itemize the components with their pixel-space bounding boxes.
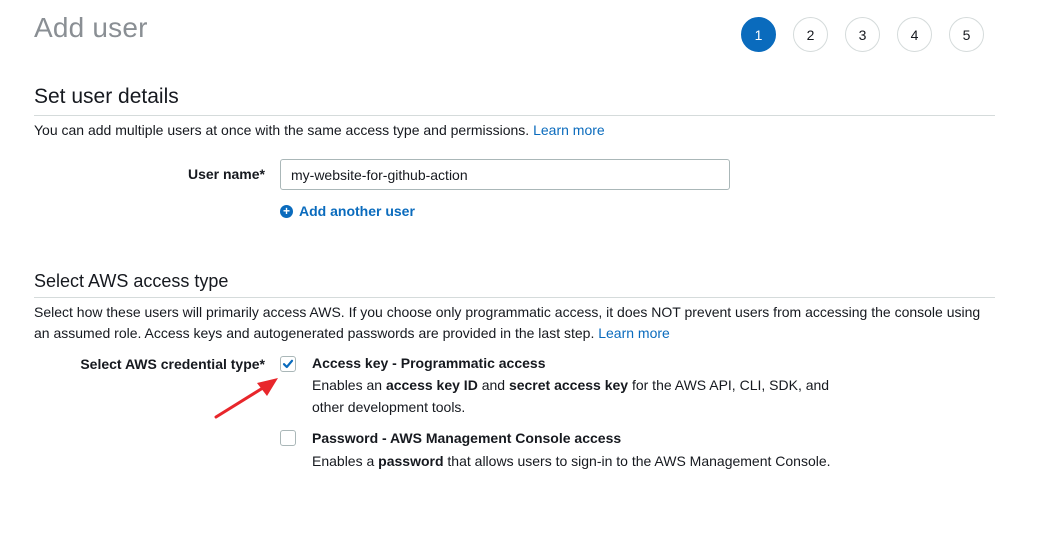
page-title: Add user bbox=[34, 12, 148, 43]
access-key-desc-line2: other development tools. bbox=[312, 398, 466, 415]
access-type-description: Select how these users will primarily ac… bbox=[34, 302, 1004, 344]
step-5[interactable]: 5 bbox=[949, 17, 984, 52]
learn-more-link[interactable]: Learn more bbox=[598, 325, 670, 341]
divider bbox=[34, 115, 995, 116]
desc-bold: secret access key bbox=[508, 377, 629, 393]
user-details-description: You can add multiple users at once with … bbox=[34, 120, 605, 141]
access-key-option-title: Access key - Programmatic access bbox=[312, 355, 546, 371]
password-option-description: Enables a password that allows users to … bbox=[312, 451, 831, 473]
desc-text: and bbox=[477, 377, 509, 393]
section-title-user-details: Set user details bbox=[34, 85, 179, 108]
add-another-user-button[interactable]: + Add another user bbox=[280, 203, 415, 219]
access-key-desc-line1: Enables an access key ID and secret acce… bbox=[312, 375, 829, 397]
desc-text: Enables an bbox=[312, 377, 386, 393]
access-type-description-line1: Select how these users will primarily ac… bbox=[34, 304, 981, 320]
user-details-description-text: You can add multiple users at once with … bbox=[34, 122, 530, 138]
step-1[interactable]: 1 bbox=[741, 17, 776, 52]
divider bbox=[34, 297, 995, 298]
step-4[interactable]: 4 bbox=[897, 17, 932, 52]
desc-text: for the AWS API, CLI, SDK, and bbox=[628, 377, 830, 393]
desc-text: that allows users to sign-in to the AWS … bbox=[443, 453, 831, 469]
step-2[interactable]: 2 bbox=[793, 17, 828, 52]
user-name-input[interactable] bbox=[280, 159, 730, 190]
add-user-page: Add user 1 2 3 4 5 Set user details You … bbox=[0, 0, 1044, 542]
checkmark-icon bbox=[282, 359, 294, 369]
desc-text: Enables a bbox=[312, 453, 379, 469]
step-3[interactable]: 3 bbox=[845, 17, 880, 52]
desc-bold: password bbox=[378, 453, 444, 469]
credential-type-label: Select AWS credential type* bbox=[80, 356, 265, 372]
user-name-label: User name* bbox=[187, 166, 265, 182]
password-option-title: Password - AWS Management Console access bbox=[312, 430, 622, 446]
access-type-description-line2: an assumed role. Access keys and autogen… bbox=[34, 323, 1004, 344]
learn-more-link[interactable]: Learn more bbox=[533, 122, 605, 138]
section-title-access-type: Select AWS access type bbox=[34, 271, 229, 291]
add-another-user-label: Add another user bbox=[299, 203, 415, 219]
plus-circle-icon: + bbox=[280, 204, 293, 218]
red-arrow-icon bbox=[214, 378, 278, 419]
access-key-option-description: Enables an access key ID and secret acce… bbox=[312, 375, 829, 418]
password-checkbox[interactable] bbox=[280, 430, 296, 446]
access-key-checkbox[interactable] bbox=[280, 356, 296, 372]
wizard-steps: 1 2 3 4 5 bbox=[741, 17, 984, 52]
desc-bold: access key ID bbox=[385, 377, 478, 393]
access-type-description-line2-text: an assumed role. Access keys and autogen… bbox=[34, 325, 595, 341]
